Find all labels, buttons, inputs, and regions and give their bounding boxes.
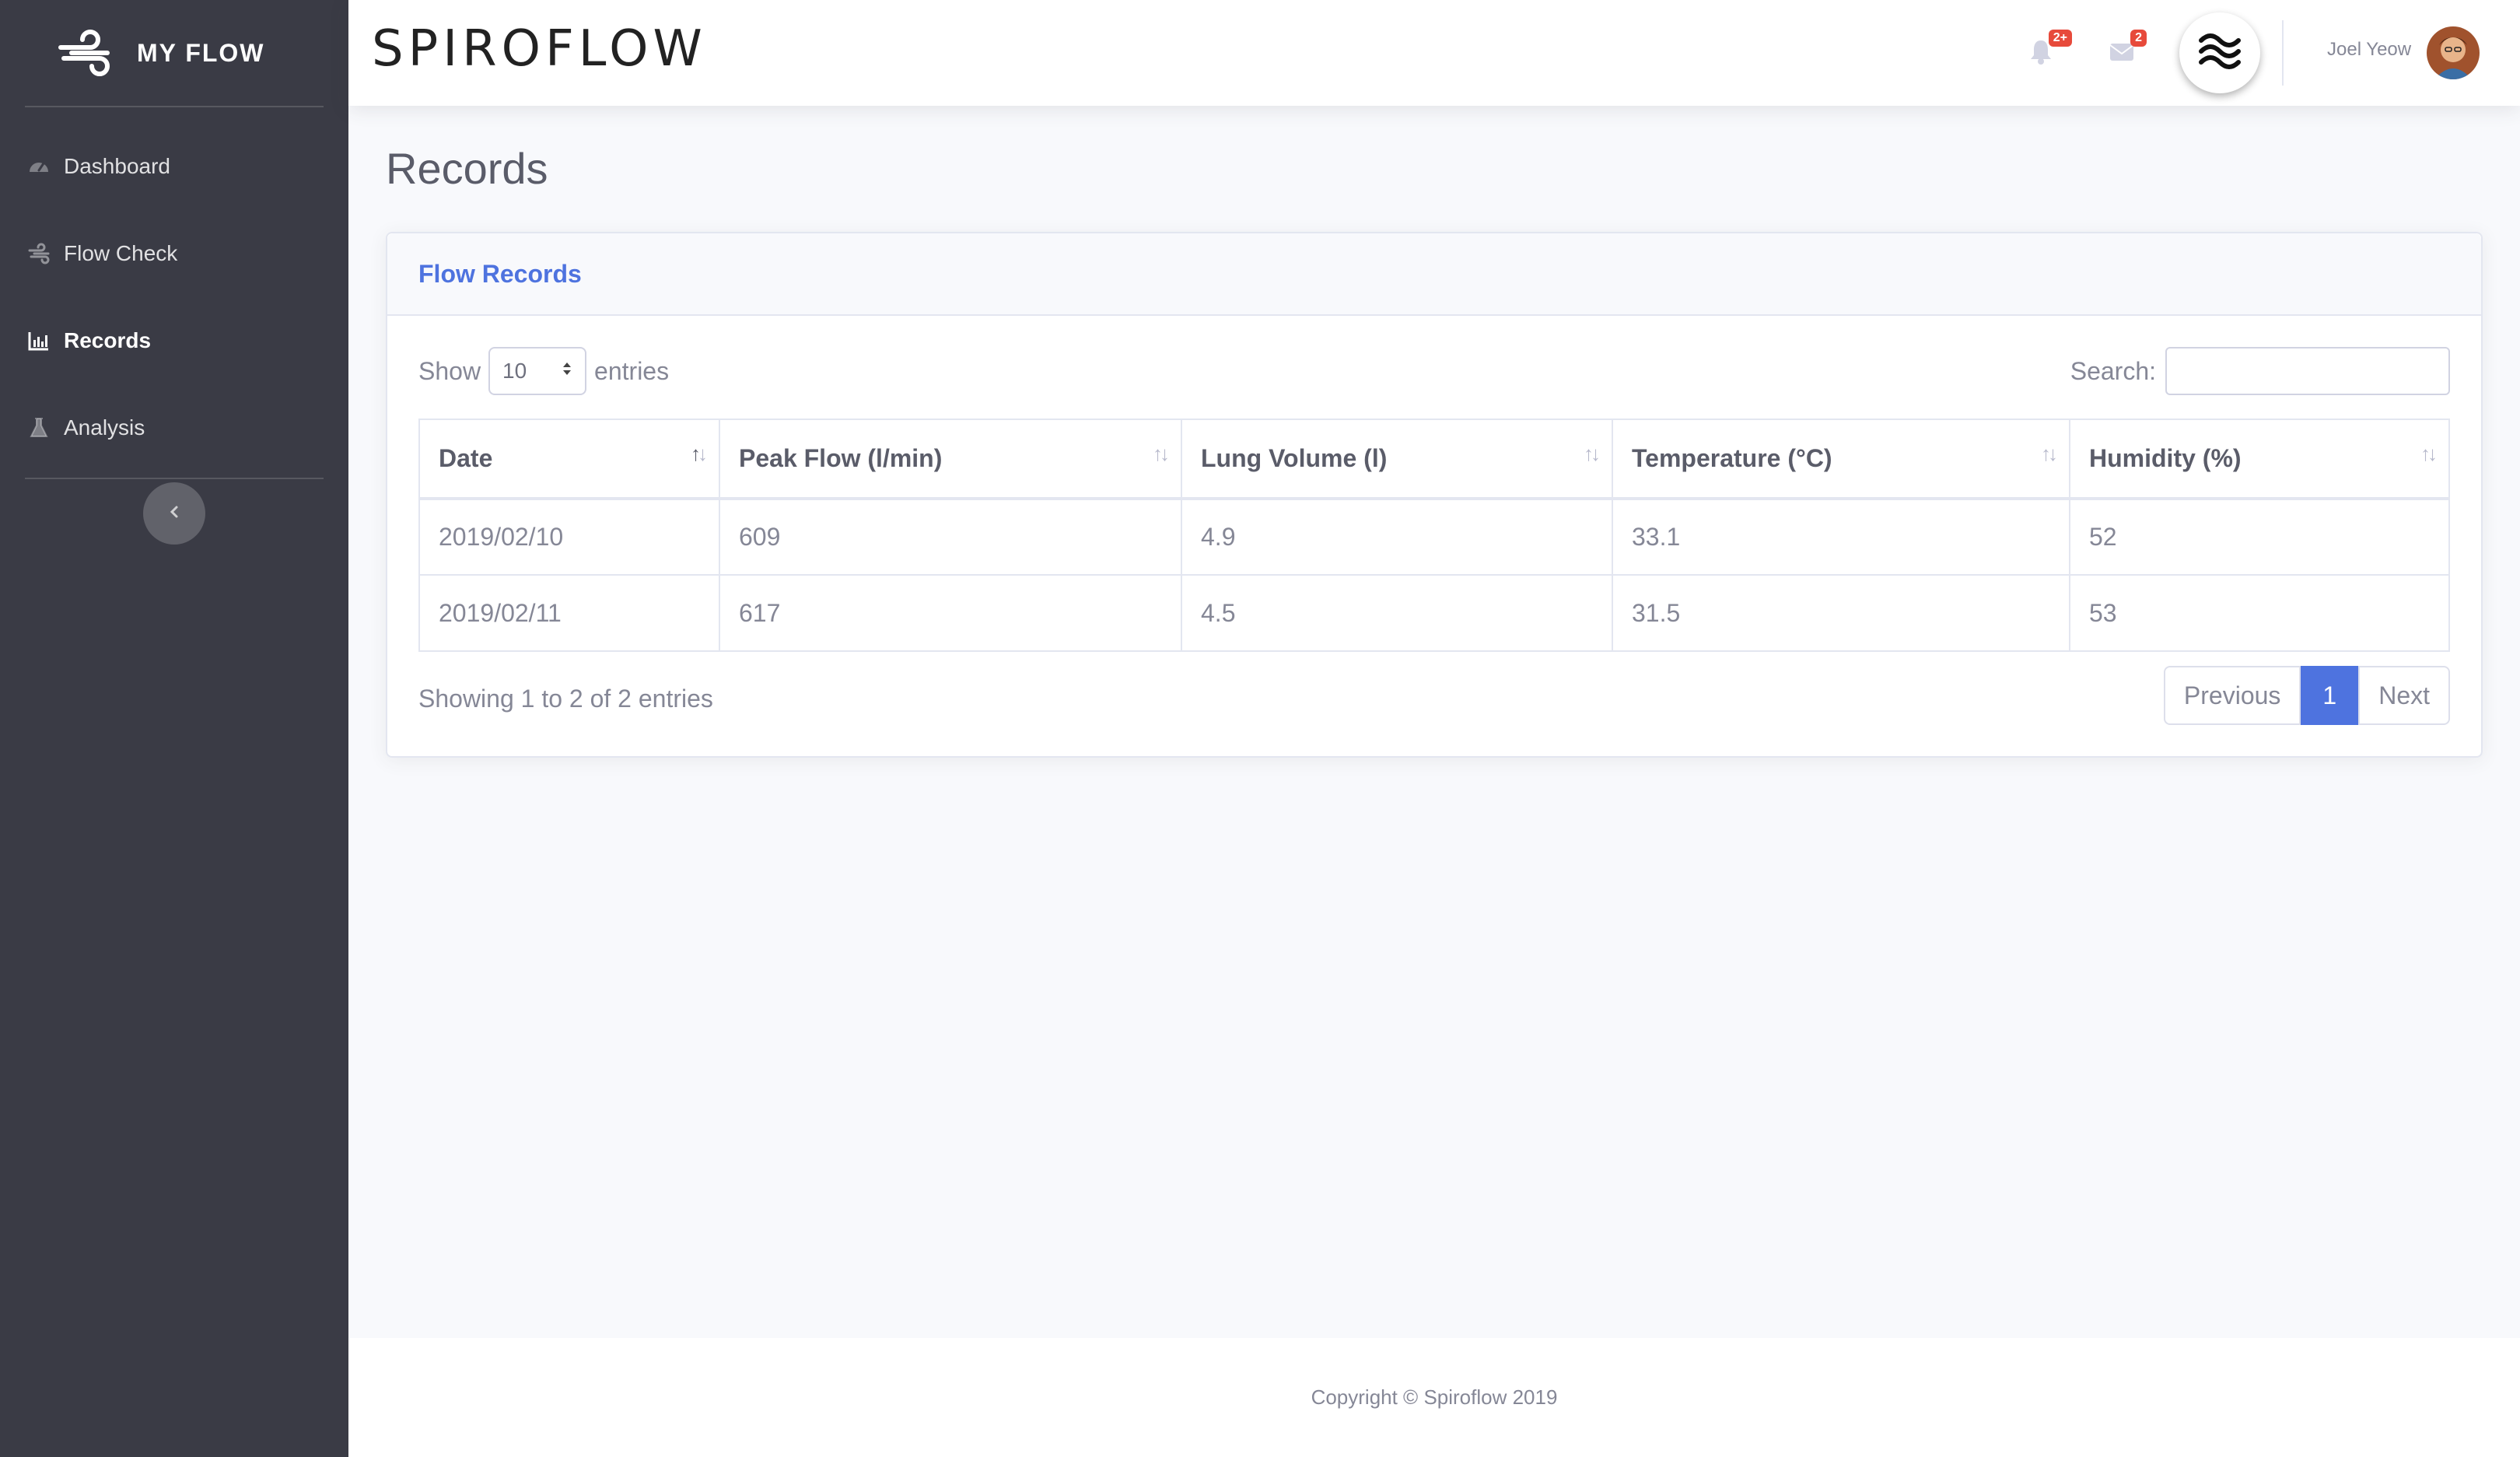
topbar-divider [2282,20,2284,86]
sidebar-item-flow-check[interactable]: Flow Check [0,210,348,297]
table-search: Search: [2070,347,2450,395]
sort-icon: ↑↓ [1584,442,1601,465]
sort-icon: ↑↓ [2041,442,2058,465]
page-1-button[interactable]: 1 [2301,666,2359,725]
cell-lung-volume: 4.9 [1181,498,1613,576]
cell-humidity: 53 [2069,574,2450,652]
table-header-row: Date ↑↓ Peak Flow (l/min) ↑↓ Lung Volume… [418,419,2450,500]
cell-humidity: 52 [2069,498,2450,576]
column-header-temperature[interactable]: Temperature (°C) ↑↓ [1612,419,2070,500]
next-page-button[interactable]: Next [2358,666,2450,725]
table-row[interactable]: 2019/02/10 609 4.9 33.1 52 [418,498,2450,576]
messages-badge: 2 [2130,30,2147,47]
column-header-humidity[interactable]: Humidity (%) ↑↓ [2069,419,2450,500]
records-card: Flow Records Show 10 entries Search: Dat… [386,232,2483,758]
sidebar-item-label: Records [64,328,152,352]
sort-icon: ↑↓ [691,442,708,465]
flask-icon [26,415,51,440]
sidebar-item-dashboard[interactable]: Dashboard [0,123,348,210]
sidebar-item-analysis[interactable]: Analysis [0,384,348,471]
column-header-date[interactable]: Date ↑↓ [418,419,720,500]
cell-date: 2019/02/11 [418,574,720,652]
sidebar-item-label: Dashboard [64,154,170,178]
table-info: Showing 1 to 2 of 2 entries [418,685,713,713]
search-label: Search: [2070,356,2156,385]
avatar[interactable] [2427,26,2480,79]
sidebar-item-label: Analysis [64,415,145,440]
entries-length-control: Show 10 entries [418,347,669,395]
app-title: SPIROFLOW [372,20,707,78]
sort-icon: ↑↓ [1153,442,1170,465]
tachometer-icon [26,154,51,179]
spiroflow-logo [2179,12,2260,93]
entries-label: entries [594,356,670,385]
cell-peak-flow: 609 [719,498,1182,576]
copyright-text: Copyright © Spiroflow 2019 [1311,1385,1558,1409]
sidebar-item-records[interactable]: Records [0,297,348,384]
cell-lung-volume: 4.5 [1181,574,1613,652]
bar-chart-icon [26,328,51,353]
entries-select-value: 10 [502,359,527,383]
cell-peak-flow: 617 [719,574,1182,652]
alerts-button[interactable]: 2+ [2027,30,2072,68]
previous-page-button[interactable]: Previous [2163,666,2301,725]
user-name[interactable]: Joel Yeow [2327,39,2411,61]
sidebar-brand[interactable]: MY FLOW [0,0,348,106]
topbar: SPIROFLOW 2+ 2 Joel Yeow [348,0,2520,106]
messages-button[interactable]: 2 [2108,30,2147,68]
table-row[interactable]: 2019/02/11 617 4.5 31.5 53 [418,574,2450,652]
bell-icon [2027,40,2055,68]
show-label: Show [418,356,481,385]
card-header: Flow Records [387,233,2481,316]
waves-icon [2196,28,2243,79]
brand-name: MY FLOW [137,38,265,67]
envelope-icon [2108,44,2136,68]
sidebar: MY FLOW Dashboard Flow Check Records Ana [0,0,348,1457]
column-header-lung-volume[interactable]: Lung Volume (l) ↑↓ [1181,419,1613,500]
wind-icon [56,27,115,79]
cell-temperature: 31.5 [1612,574,2070,652]
sidebar-divider [25,478,324,479]
alerts-badge: 2+ [2048,30,2072,47]
pagination: Previous 1 Next [2163,666,2450,725]
search-input[interactable] [2165,347,2450,395]
entries-select[interactable]: 10 [488,347,587,395]
sidebar-item-label: Flow Check [64,241,178,265]
sidebar-toggle-button[interactable] [143,482,205,545]
column-header-peak-flow[interactable]: Peak Flow (l/min) ↑↓ [719,419,1182,500]
page-title: Records [386,144,548,193]
wind-icon [26,241,51,266]
sidebar-nav: Dashboard Flow Check Records Analysis [0,107,348,471]
cell-date: 2019/02/10 [418,498,720,576]
card-title: Flow Records [418,259,582,288]
records-table: Date ↑↓ Peak Flow (l/min) ↑↓ Lung Volume… [418,419,2450,652]
sort-arrows-icon [562,359,572,384]
footer: Copyright © Spiroflow 2019 [348,1338,2520,1457]
sort-icon: ↑↓ [2420,442,2438,465]
chevron-left-icon [166,504,182,524]
cell-temperature: 33.1 [1612,498,2070,576]
